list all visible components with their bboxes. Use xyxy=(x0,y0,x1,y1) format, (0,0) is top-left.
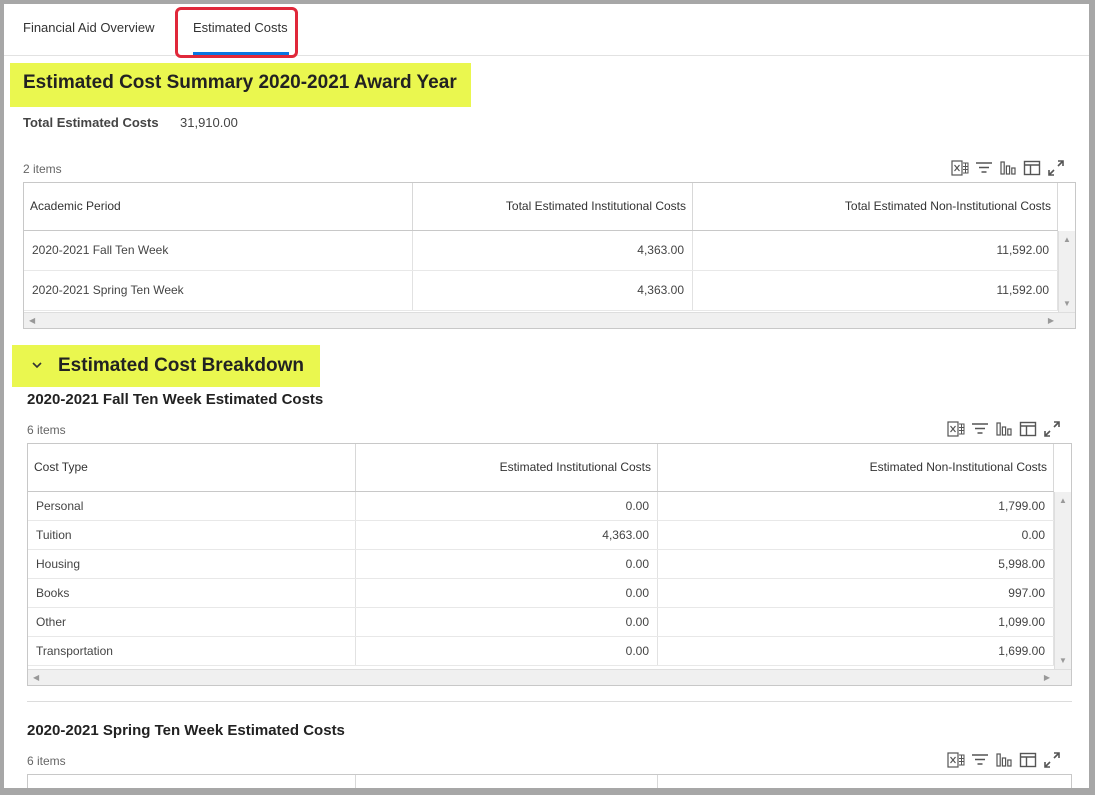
non-institutional-cost-cell: 11,592.00 xyxy=(692,270,1058,311)
fall-costs-title: 2020-2021 Fall Ten Week Estimated Costs xyxy=(27,391,324,408)
summary-grid: Academic Period Total Estimated Institut… xyxy=(23,182,1076,329)
academic-period-cell: 2020-2021 Spring Ten Week xyxy=(24,270,413,311)
column-header-institutional-costs[interactable]: Estimated Institutional Costs xyxy=(355,444,658,492)
chart-icon[interactable] xyxy=(995,420,1013,438)
summary-table: Academic Period Total Estimated Institut… xyxy=(24,183,1058,311)
column-layout-icon[interactable] xyxy=(1019,751,1037,769)
chart-icon[interactable] xyxy=(999,159,1017,177)
table-row: Personal 0.00 1,799.00 xyxy=(28,491,1054,521)
chart-icon[interactable] xyxy=(995,751,1013,769)
fullscreen-icon[interactable] xyxy=(1043,420,1061,438)
tab-financial-aid-overview[interactable]: Financial Aid Overview xyxy=(23,20,155,35)
non-institutional-cost-cell: 0.00 xyxy=(657,520,1054,550)
page-frame: Financial Aid Overview Estimated Costs E… xyxy=(4,4,1089,788)
table-header-row: Cost Type Estimated Institutional Costs … xyxy=(28,444,1054,492)
horizontal-scrollbar[interactable]: ◀ ▶ xyxy=(28,669,1071,685)
vertical-scrollbar[interactable]: ▲ ▼ xyxy=(1058,231,1075,312)
collapse-chevron-icon[interactable] xyxy=(31,358,43,374)
institutional-cost-cell: 4,363.00 xyxy=(412,270,693,311)
institutional-cost-cell: 0.00 xyxy=(355,636,658,666)
vertical-scrollbar[interactable]: ▲ ▼ xyxy=(1054,492,1071,669)
institutional-cost-cell: 0.00 xyxy=(355,578,658,608)
export-excel-icon[interactable] xyxy=(947,420,965,438)
table-row: 2020-2021 Fall Ten Week 4,363.00 11,592.… xyxy=(24,230,1058,271)
spring-items-count: 6 items xyxy=(27,754,66,768)
filter-icon[interactable] xyxy=(975,159,993,177)
fullscreen-icon[interactable] xyxy=(1043,751,1061,769)
export-excel-icon[interactable] xyxy=(947,751,965,769)
fall-grid-toolbar xyxy=(947,420,1061,438)
filter-icon[interactable] xyxy=(971,420,989,438)
table-row: 2020-2021 Spring Ten Week 4,363.00 11,59… xyxy=(24,270,1058,311)
cost-type-cell: Books xyxy=(28,578,356,608)
table-row: Books 0.00 997.00 xyxy=(28,578,1054,608)
non-institutional-cost-cell: 1,799.00 xyxy=(657,491,1054,521)
non-institutional-cost-cell: 5,998.00 xyxy=(657,549,1054,579)
section-divider xyxy=(27,701,1072,702)
fall-items-count: 6 items xyxy=(27,423,66,437)
spring-grid-toolbar xyxy=(947,751,1061,769)
total-estimated-costs-value: 31,910.00 xyxy=(180,115,238,130)
column-header-academic-period[interactable]: Academic Period xyxy=(24,183,413,231)
cost-type-cell: Transportation xyxy=(28,636,356,666)
tab-annotation-box xyxy=(175,7,298,58)
total-estimated-costs-label: Total Estimated Costs xyxy=(23,115,159,130)
fall-costs-table: Cost Type Estimated Institutional Costs … xyxy=(28,444,1054,666)
table-row: Other 0.00 1,099.00 xyxy=(28,607,1054,637)
page-title: Estimated Cost Summary 2020-2021 Award Y… xyxy=(23,72,457,93)
non-institutional-cost-cell: 1,699.00 xyxy=(657,636,1054,666)
fullscreen-icon[interactable] xyxy=(1047,159,1065,177)
fall-costs-grid: Cost Type Estimated Institutional Costs … xyxy=(27,443,1072,686)
horizontal-scrollbar[interactable]: ◀ ▶ xyxy=(24,312,1075,328)
table-header-row: Academic Period Total Estimated Institut… xyxy=(24,183,1058,231)
spring-costs-title: 2020-2021 Spring Ten Week Estimated Cost… xyxy=(27,722,345,739)
institutional-cost-cell: 0.00 xyxy=(355,549,658,579)
tab-bar: Financial Aid Overview Estimated Costs xyxy=(4,4,1089,58)
non-institutional-cost-cell: 1,099.00 xyxy=(657,607,1054,637)
column-layout-icon[interactable] xyxy=(1019,420,1037,438)
column-header-cost-type[interactable]: Cost Type xyxy=(28,444,356,492)
breakdown-section-title[interactable]: Estimated Cost Breakdown xyxy=(58,355,304,377)
cost-type-cell: Other xyxy=(28,607,356,637)
summary-items-count: 2 items xyxy=(23,162,62,176)
column-header-institutional-costs[interactable]: Total Estimated Institutional Costs xyxy=(412,183,693,231)
institutional-cost-cell: 0.00 xyxy=(355,607,658,637)
column-header-non-institutional-costs[interactable]: Estimated Non-Institutional Costs xyxy=(657,444,1054,492)
column-header-non-institutional-costs[interactable]: Total Estimated Non-Institutional Costs xyxy=(692,183,1058,231)
table-row: Housing 0.00 5,998.00 xyxy=(28,549,1054,579)
cost-type-cell: Tuition xyxy=(28,520,356,550)
institutional-cost-cell: 0.00 xyxy=(355,491,658,521)
column-layout-icon[interactable] xyxy=(1023,159,1041,177)
institutional-cost-cell: 4,363.00 xyxy=(412,230,693,271)
table-row: Tuition 4,363.00 0.00 xyxy=(28,520,1054,550)
filter-icon[interactable] xyxy=(971,751,989,769)
non-institutional-cost-cell: 11,592.00 xyxy=(692,230,1058,271)
cost-type-cell: Housing xyxy=(28,549,356,579)
academic-period-cell: 2020-2021 Fall Ten Week xyxy=(24,230,413,271)
non-institutional-cost-cell: 997.00 xyxy=(657,578,1054,608)
spring-costs-grid xyxy=(27,774,1072,788)
institutional-cost-cell: 4,363.00 xyxy=(355,520,658,550)
cost-type-cell: Personal xyxy=(28,491,356,521)
export-excel-icon[interactable] xyxy=(951,159,969,177)
summary-grid-toolbar xyxy=(951,159,1065,177)
table-row: Transportation 0.00 1,699.00 xyxy=(28,636,1054,666)
